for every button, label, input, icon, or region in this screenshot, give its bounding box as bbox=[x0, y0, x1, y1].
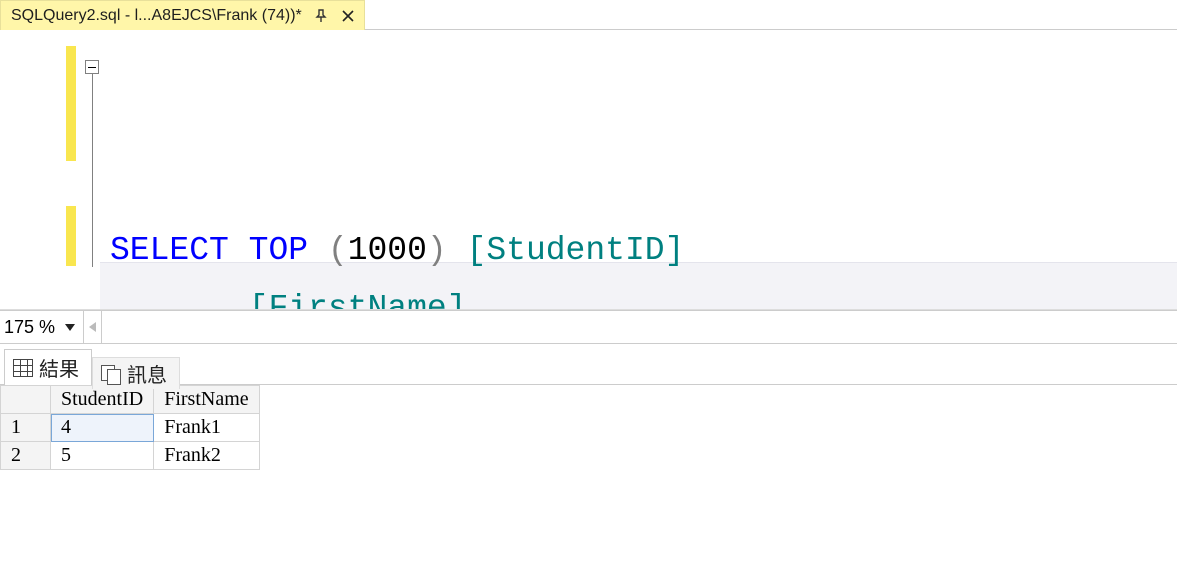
document-icon bbox=[101, 365, 121, 383]
keyword: SELECT bbox=[110, 232, 229, 269]
paren: ( bbox=[328, 232, 348, 269]
tab-messages-label: 訊息 bbox=[127, 359, 167, 388]
results-tab-bar: 結果 訊息 bbox=[0, 344, 1177, 384]
number: 1000 bbox=[348, 232, 427, 269]
zoom-value-label: 175 % bbox=[4, 317, 55, 338]
table-row[interactable]: 2 5 Frank2 bbox=[1, 442, 260, 470]
tab-results[interactable]: 結果 bbox=[4, 349, 92, 385]
cell[interactable]: 4 bbox=[51, 414, 154, 442]
code-content[interactable]: SELECT TOP (1000) [StudentID] ,[FirstNam… bbox=[0, 30, 1177, 310]
cell[interactable]: 5 bbox=[51, 442, 154, 470]
tab-messages[interactable]: 訊息 bbox=[92, 357, 180, 389]
row-header[interactable]: 2 bbox=[1, 442, 51, 470]
zoom-dropdown[interactable]: 175 % bbox=[0, 311, 84, 343]
sql-editor[interactable]: SELECT TOP (1000) [StudentID] ,[FirstNam… bbox=[0, 30, 1177, 310]
pin-icon[interactable] bbox=[312, 7, 330, 25]
results-table[interactable]: StudentID FirstName 1 4 Frank1 2 5 Frank… bbox=[0, 385, 260, 470]
table-corner[interactable] bbox=[1, 386, 51, 414]
document-tab[interactable]: SQLQuery2.sql - l...A8EJCS\Frank (74))* bbox=[0, 0, 365, 30]
chevron-down-icon[interactable] bbox=[65, 324, 75, 331]
document-tab-bar: SQLQuery2.sql - l...A8EJCS\Frank (74))* bbox=[0, 0, 1177, 30]
triangle-left-icon bbox=[89, 322, 96, 332]
scroll-left-button[interactable] bbox=[84, 311, 102, 343]
cell[interactable]: Frank2 bbox=[154, 442, 259, 470]
results-panel: StudentID FirstName 1 4 Frank1 2 5 Frank… bbox=[0, 384, 1177, 586]
document-tab-title: SQLQuery2.sql - l...A8EJCS\Frank (74))* bbox=[11, 7, 302, 25]
column-header[interactable]: StudentID bbox=[51, 386, 154, 414]
cell[interactable]: Frank1 bbox=[154, 414, 259, 442]
comma: , bbox=[229, 290, 249, 310]
row-header[interactable]: 1 bbox=[1, 414, 51, 442]
keyword: TOP bbox=[249, 232, 308, 269]
paren: ) bbox=[427, 232, 447, 269]
identifier: [StudentID] bbox=[467, 232, 685, 269]
column-header[interactable]: FirstName bbox=[154, 386, 259, 414]
close-icon[interactable] bbox=[340, 8, 356, 24]
tab-results-label: 結果 bbox=[39, 353, 79, 382]
grid-icon bbox=[13, 359, 33, 377]
table-row[interactable]: 1 4 Frank1 bbox=[1, 414, 260, 442]
identifier: [FirstName] bbox=[249, 290, 467, 310]
editor-status-bar: 175 % bbox=[0, 310, 1177, 344]
